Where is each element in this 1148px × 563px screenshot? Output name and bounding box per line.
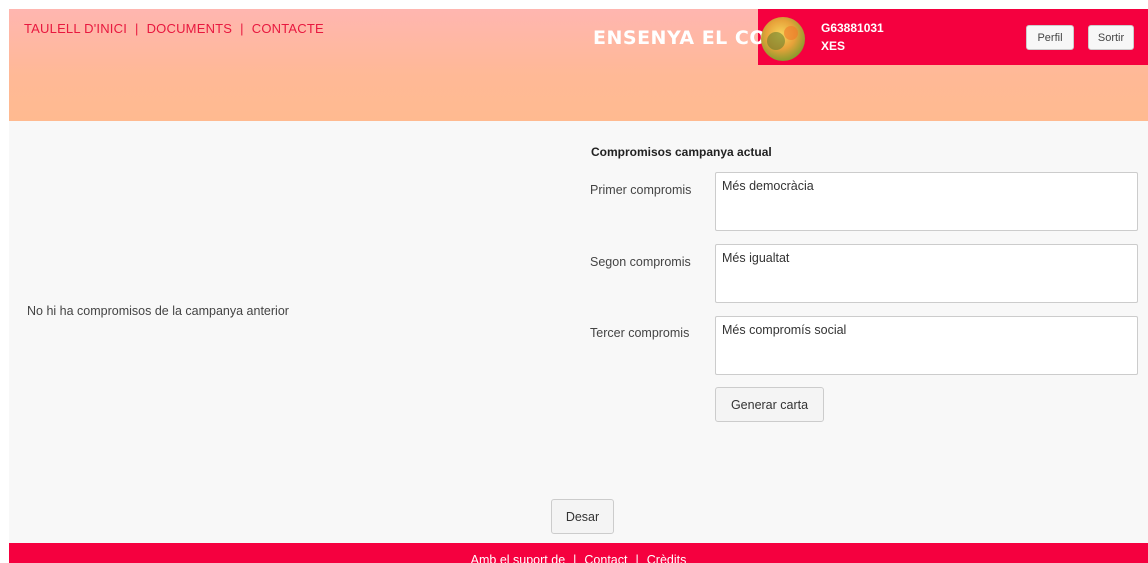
footer-separator: |	[635, 553, 639, 563]
footer-links: Amb el suport de | Contact | Crèdits	[9, 553, 1148, 563]
footer: Amb el suport de | Contact | Crèdits	[9, 543, 1148, 563]
footer-separator: |	[573, 553, 577, 563]
user-code: XES	[821, 39, 846, 53]
nav-separator: |	[240, 21, 244, 36]
footer-link-support[interactable]: Amb el suport de	[471, 553, 566, 563]
third-commitment-label: Tercer compromis	[590, 326, 690, 340]
current-commitments-title: Compromisos campanya actual	[591, 145, 772, 159]
brand-text: ENSENYA EL COR	[593, 27, 782, 49]
first-commitment-label: Primer compromis	[590, 183, 692, 197]
header: TAULELL D'INICI | DOCUMENTS | CONTACTE ENSEN…	[9, 9, 1148, 121]
page-frame: TAULELL D'INICI | DOCUMENTS | CONTACTE ENSEN…	[9, 9, 1148, 563]
user-id: G63881031	[821, 21, 884, 35]
logout-button[interactable]: Sortir	[1088, 25, 1134, 50]
heart-fruit-icon	[761, 17, 805, 61]
main-nav: TAULELL D'INICI | DOCUMENTS | CONTACTE	[24, 21, 324, 36]
nav-separator: |	[135, 21, 139, 36]
footer-link-contact[interactable]: Contact	[584, 553, 627, 563]
second-commitment-label: Segon compromis	[590, 255, 691, 269]
first-commitment-field[interactable]: Més democràcia	[715, 172, 1138, 231]
footer-link-credits[interactable]: Crèdits	[647, 553, 687, 563]
profile-button[interactable]: Perfil	[1026, 25, 1074, 50]
nav-link-contact[interactable]: CONTACTE	[252, 21, 324, 36]
nav-link-documents[interactable]: DOCUMENTS	[147, 21, 233, 36]
third-commitment-field[interactable]: Més compromís social	[715, 316, 1138, 375]
previous-commitments-message: No hi ha compromisos de la campanya ante…	[27, 304, 289, 318]
save-button[interactable]: Desar	[551, 499, 614, 534]
generate-letter-button[interactable]: Generar carta	[715, 387, 824, 422]
second-commitment-field[interactable]: Més igualtat	[715, 244, 1138, 303]
nav-link-home[interactable]: TAULELL D'INICI	[24, 21, 127, 36]
